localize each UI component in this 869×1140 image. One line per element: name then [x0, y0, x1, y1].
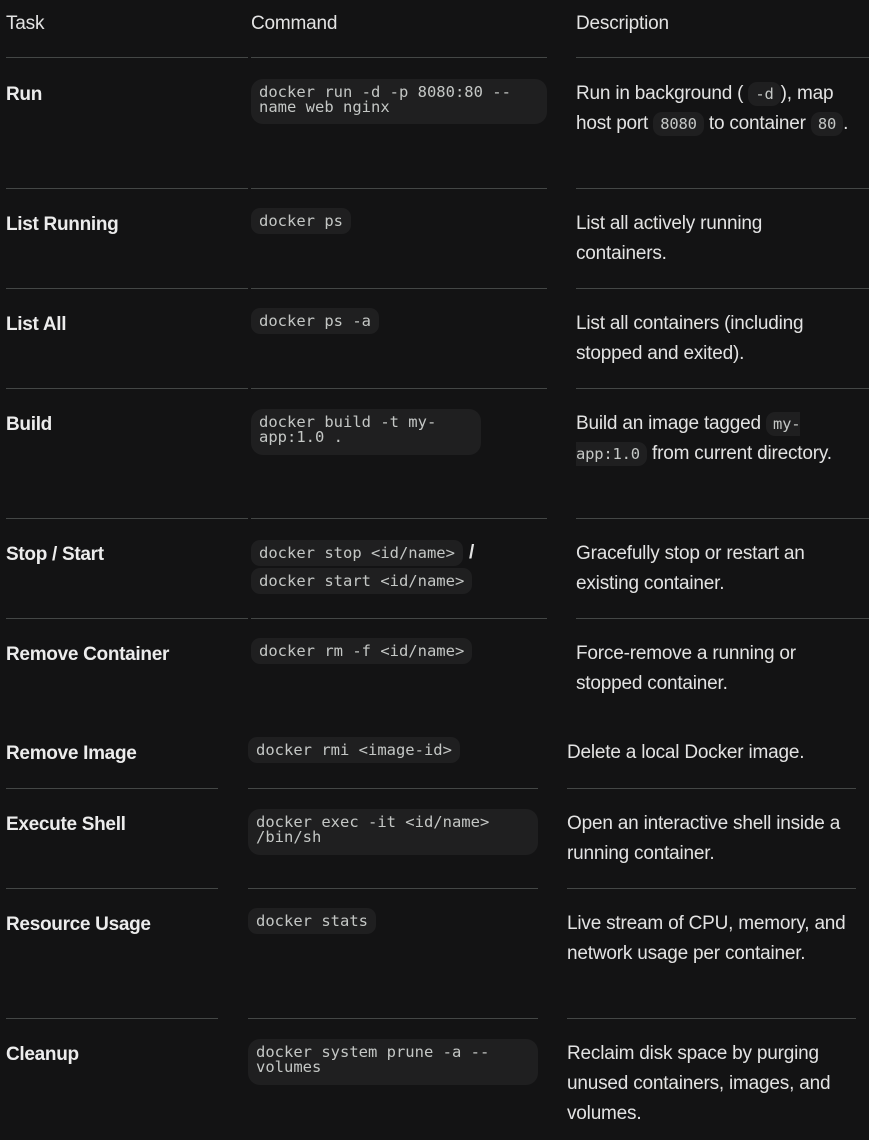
row-task: Cleanup	[6, 1044, 79, 1065]
row-task: Remove Container	[6, 644, 170, 665]
row-description: List all actively running containers.	[576, 213, 763, 264]
row-description: Run in background ( -d), map host port 8…	[576, 79, 866, 139]
desc-text: .	[843, 113, 849, 134]
row-task: List All	[6, 314, 67, 335]
table-divider	[251, 388, 547, 389]
table-divider	[251, 288, 547, 289]
command-cell: docker ps	[251, 208, 351, 234]
table-divider	[576, 57, 869, 58]
table-divider	[6, 1018, 218, 1019]
table-divider	[567, 788, 856, 789]
table-divider	[576, 188, 869, 189]
table-divider	[567, 888, 856, 889]
table-divider	[251, 188, 547, 189]
table-divider	[576, 518, 869, 519]
row-description: Live stream of CPU, memory, and network …	[567, 913, 846, 964]
command-code[interactable]: docker build -t my-app:1.0 .	[251, 409, 481, 455]
command-cell: docker rmi <image-id>	[248, 737, 460, 763]
table-divider	[251, 57, 547, 58]
inline-code: 8080	[653, 112, 704, 136]
row-task: Stop / Start	[6, 544, 104, 565]
table-divider	[6, 188, 248, 189]
row-task: Resource Usage	[6, 914, 151, 935]
desc-text: from current directory.	[652, 443, 832, 464]
row-description: Gracefully stop or restart an existing c…	[576, 543, 805, 594]
command-cell: docker stop <id/name> /	[251, 540, 475, 566]
command-cell: docker rm -f <id/name>	[251, 638, 473, 664]
row-task: List Running	[6, 214, 119, 235]
table-divider	[576, 388, 869, 389]
row-task: Build	[6, 414, 52, 435]
row-description: Delete a local Docker image.	[567, 742, 805, 763]
command-cell: docker ps -a	[251, 308, 379, 334]
table-divider	[248, 1018, 538, 1019]
command-code[interactable]: docker stats	[248, 908, 376, 934]
separator: /	[468, 542, 475, 563]
command-code[interactable]: docker system prune -a --volumes	[248, 1039, 538, 1085]
table-divider	[248, 788, 538, 789]
table-divider	[6, 518, 248, 519]
row-description: Build an image tagged my-app:1.0 from cu…	[576, 409, 866, 469]
table-divider	[251, 518, 547, 519]
table-divider	[6, 888, 218, 889]
command-cell: docker stats	[248, 908, 376, 934]
command-code[interactable]: docker start <id/name>	[251, 568, 473, 594]
command-code[interactable]: docker exec -it <id/name> /bin/sh	[248, 809, 538, 855]
table-divider	[6, 288, 248, 289]
row-description: Reclaim disk space by purging unused con…	[567, 1043, 831, 1124]
desc-text: Build an image tagged	[576, 413, 761, 434]
table-divider	[6, 388, 248, 389]
table-divider	[6, 57, 248, 58]
row-task: Execute Shell	[6, 814, 126, 835]
command-cell: docker start <id/name>	[251, 568, 473, 594]
table-divider	[576, 288, 869, 289]
inline-code: -d	[748, 82, 781, 106]
command-code[interactable]: docker ps	[251, 208, 351, 234]
desc-text: Run in background (	[576, 83, 744, 104]
command-code[interactable]: docker rmi <image-id>	[248, 737, 460, 763]
table-divider	[576, 618, 869, 619]
header-command: Command	[251, 13, 338, 34]
inline-code: 80	[810, 112, 844, 136]
header-task: Task	[6, 13, 45, 34]
row-task: Remove Image	[6, 743, 137, 764]
row-description: Force-remove a running or stopped contai…	[576, 643, 796, 694]
command-code[interactable]: docker stop <id/name>	[251, 540, 463, 566]
command-code[interactable]: docker rm -f <id/name>	[251, 638, 473, 664]
row-description: List all containers (including stopped a…	[576, 313, 804, 364]
row-description: Open an interactive shell inside a runni…	[567, 813, 841, 864]
command-code[interactable]: docker ps -a	[251, 308, 379, 334]
table-divider	[251, 618, 547, 619]
header-description: Description	[576, 13, 669, 34]
desc-text: to container	[708, 113, 806, 134]
command-code[interactable]: docker run -d -p 8080:80 --name web ngin…	[251, 79, 547, 124]
table-divider	[567, 1018, 856, 1019]
table-divider	[248, 888, 538, 889]
table-divider	[6, 788, 218, 789]
row-task: Run	[6, 84, 43, 105]
table-divider	[6, 618, 248, 619]
